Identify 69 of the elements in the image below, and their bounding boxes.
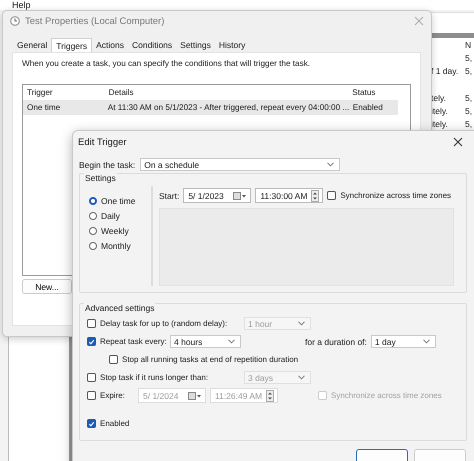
field-label: Start: [159, 190, 180, 200]
group-label: Advanced settings [84, 303, 156, 313]
list-cell: 5, [465, 52, 472, 62]
chevron-icon [298, 321, 305, 326]
window-title: Edit Trigger [78, 136, 127, 148]
new-button[interactable]: New... [22, 279, 72, 294]
calendar-icon [188, 392, 202, 400]
checkbox-label: Synchronize across time zones [340, 191, 452, 200]
checkbox-label: Stop all running tasks at end of repetition duration [122, 355, 298, 364]
checkbox-label: Synchronize across time zones [331, 391, 442, 400]
toolbar-strip [431, 33, 474, 38]
checkbox[interactable] [87, 419, 96, 428]
radio-button[interactable] [89, 227, 97, 235]
checkbox-label: Enabled [100, 419, 130, 428]
tab[interactable]: Conditions [128, 38, 176, 52]
list-cell: 5, [465, 118, 472, 128]
list-cell: 5, [465, 66, 472, 76]
tab[interactable]: History [214, 38, 250, 52]
checkbox[interactable] [87, 319, 96, 328]
table-cell-text: One time [26, 103, 62, 112]
tab[interactable]: Settings [176, 38, 215, 52]
dropdown[interactable]: 1 day [370, 335, 436, 348]
column-header[interactable]: Details [104, 88, 348, 97]
time-field[interactable]: 11:30:00 AM [255, 188, 324, 203]
calendar-icon [233, 192, 248, 200]
checkbox-label: Delay task for up to (random delay): [100, 319, 228, 328]
list-cell: 5, [465, 92, 472, 102]
menu-item[interactable]: Help [12, 0, 31, 10]
chevron-icon [327, 162, 334, 167]
dropdown[interactable]: On a schedule [140, 158, 340, 171]
chevron-icon [298, 375, 305, 380]
radio-button[interactable] [89, 212, 97, 220]
table-row[interactable]: One time At 11:30 AM on 5/1/2023 - After triggered, repeat every 04:00:00 ... Enabled [23, 100, 398, 115]
window-title: Test Properties (Local Computer) [25, 16, 164, 26]
list-cell: 5, [465, 106, 472, 116]
chevron-icon [422, 339, 430, 344]
spinner-icon [266, 390, 274, 402]
column-header: N [465, 40, 472, 50]
tab[interactable]: General [13, 38, 52, 52]
tab[interactable]: Triggers [51, 38, 92, 52]
radio-label: Monthly [101, 241, 131, 251]
checkbox[interactable] [109, 355, 118, 364]
table-cell-text: Enabled [352, 103, 384, 112]
group-label: Settings [84, 173, 117, 183]
checkbox[interactable] [87, 373, 96, 382]
checkbox-label: Expire: [100, 391, 126, 400]
radio-button[interactable] [89, 242, 97, 250]
radio-label: One time [101, 196, 136, 206]
spinner-icon [311, 190, 320, 202]
chevron-icon [228, 339, 235, 344]
dropdown[interactable]: 4 hours [170, 335, 241, 348]
checkbox-label: Repeat task every: [100, 337, 166, 346]
description-text: When you create a task, you can specify the conditions that will trigger the task. [22, 59, 312, 68]
radio-button[interactable] [89, 197, 97, 205]
date-field[interactable]: 5/ 1/2023 [183, 188, 252, 203]
checkbox[interactable] [327, 191, 336, 200]
table-cell-text: At 11:30 AM on 5/1/2023 - After triggered, repeat every 04:00:00 ... [106, 103, 349, 112]
tab[interactable]: Actions [92, 38, 128, 52]
close-icon[interactable] [453, 137, 463, 147]
column-header[interactable]: Trigger [23, 88, 105, 97]
field-label: for a duration of: [305, 336, 367, 346]
radio-label: Daily [101, 211, 120, 221]
field-label: Begin the task: [79, 160, 136, 170]
column-header[interactable]: Status [348, 88, 398, 97]
radio-label: Weekly [101, 226, 129, 236]
clock-icon [10, 16, 20, 26]
checkbox-label: Stop task if it runs longer than: [100, 373, 210, 382]
checkbox[interactable] [87, 391, 96, 400]
checkbox[interactable] [87, 337, 96, 346]
